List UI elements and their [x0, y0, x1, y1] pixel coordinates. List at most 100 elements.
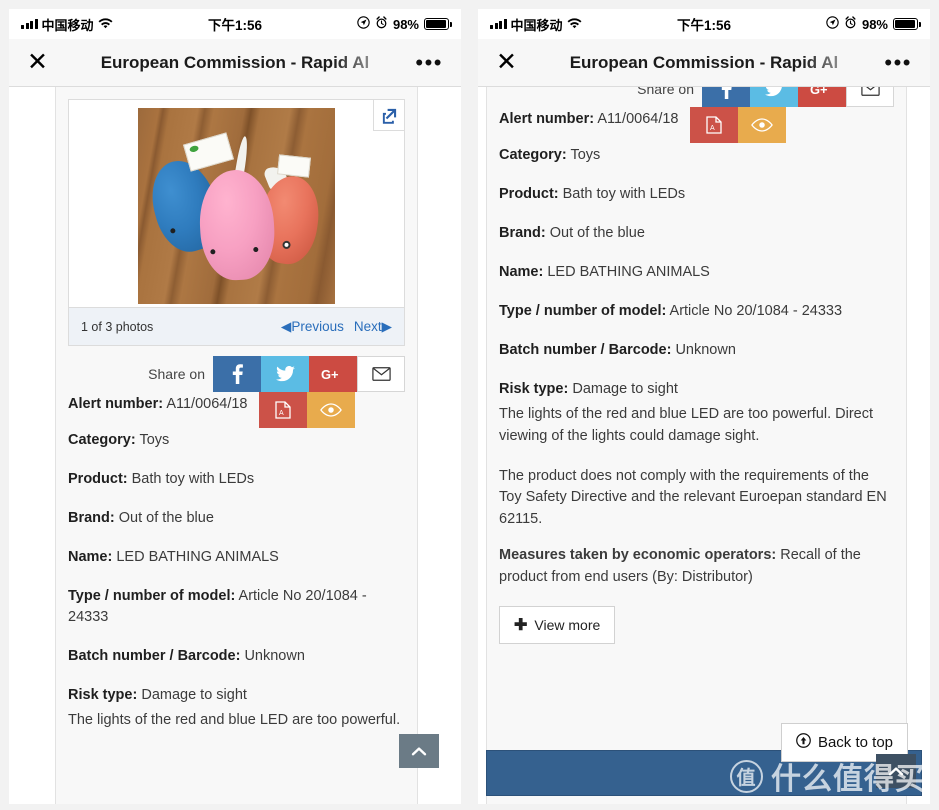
- share-facebook-button[interactable]: [702, 87, 750, 107]
- pink-toy: [197, 167, 277, 282]
- dual-phone-screenshot: 中国移动 下午1:56 98% ✕ European Commission - …: [0, 0, 939, 810]
- product-value: Bath toy with LEDs: [131, 471, 255, 488]
- pdf-download-button[interactable]: A: [690, 107, 739, 143]
- document-action-icons: A: [259, 392, 356, 428]
- next-photo-button[interactable]: Next▶: [354, 319, 392, 335]
- alert-number-value: A11/0064/18: [597, 111, 679, 127]
- batch-value: Unknown: [675, 342, 736, 359]
- product-photo: [138, 107, 335, 304]
- name-value: LED BATHING ANIMALS: [116, 549, 279, 566]
- photo-frame: [69, 100, 404, 307]
- photo-nav-bar: 1 of 3 photos ◀Previous Next▶: [69, 307, 404, 345]
- battery-icon: [424, 18, 452, 30]
- category-row: Category: Toys: [499, 145, 894, 166]
- preview-eye-button[interactable]: [738, 107, 787, 143]
- share-label: Share on: [637, 87, 694, 97]
- pdf-download-button[interactable]: A: [259, 392, 308, 428]
- preview-eye-button[interactable]: [307, 392, 356, 428]
- photo-counter: 1 of 3 photos: [81, 319, 154, 334]
- back-to-top-label: Back to top: [817, 734, 893, 751]
- measures-row: Measures taken by economic operators: Re…: [499, 545, 894, 589]
- type-value: Article No 20/1084 - 24333: [669, 303, 843, 320]
- share-row-2: Share on G+: [499, 87, 894, 107]
- record-details-2: Alert number: A11/0064/18 A Category: To…: [499, 107, 894, 658]
- risk-description: The lights of the red and blue LED are t…: [68, 712, 401, 729]
- share-email-button[interactable]: [357, 356, 405, 392]
- brand-label: Brand:: [499, 225, 546, 242]
- batch-label: Batch number / Barcode:: [68, 648, 241, 665]
- name-label: Name:: [68, 549, 113, 566]
- battery-icon: [893, 18, 921, 30]
- brand-row: Brand: Out of the blue: [68, 508, 405, 529]
- alert-number-label: Alert number:: [68, 396, 164, 412]
- share-twitter-button[interactable]: [750, 87, 798, 107]
- risk-row: Risk type: Damage to sight: [499, 379, 894, 400]
- svg-text:G+: G+: [321, 367, 339, 382]
- right-phone-viewport: 中国移动 下午1:56 98% ✕ European Commission - …: [478, 9, 930, 804]
- brand-value: Out of the blue: [549, 225, 645, 242]
- browser-nav-bar-left: ✕ European Commission - Rapid Al •••: [9, 39, 461, 87]
- plus-icon: ✚: [514, 617, 528, 635]
- page-title: European Commission - Rapid Al: [100, 52, 370, 72]
- page-content-right: Share on G+ Alert number: A11/0064/18 A …: [486, 87, 907, 804]
- view-more-button[interactable]: ✚ View more: [499, 606, 616, 645]
- product-label: Product:: [499, 186, 559, 203]
- brand-row: Brand: Out of the blue: [499, 223, 894, 244]
- view-more-label: View more: [534, 617, 601, 634]
- svg-text:A: A: [710, 125, 715, 132]
- close-icon[interactable]: ✕: [27, 50, 48, 75]
- more-options-icon[interactable]: •••: [884, 51, 912, 74]
- batch-row: Batch number / Barcode: Unknown: [68, 646, 405, 667]
- category-label: Category:: [499, 147, 567, 163]
- share-googleplus-button[interactable]: G+: [309, 356, 357, 392]
- risk-description-2: The product does not comply with the req…: [499, 467, 887, 528]
- risk-label: Risk type:: [68, 687, 138, 704]
- risk-value: Damage to sight: [572, 381, 678, 398]
- name-row: Name: LED BATHING ANIMALS: [499, 262, 894, 283]
- name-value: LED BATHING ANIMALS: [547, 264, 710, 281]
- product-tag-2: [277, 153, 311, 178]
- risk-row: Risk type: Damage to sight: [68, 685, 405, 706]
- left-phone-panel: 中国移动 下午1:56 98% ✕ European Commission - …: [0, 0, 469, 810]
- status-bar-right: 中国移动 下午1:56 98%: [478, 9, 930, 39]
- webview-right: Share on G+ Alert number: A11/0064/18 A …: [478, 87, 930, 804]
- share-twitter-button[interactable]: [261, 356, 309, 392]
- record-details: Alert number: A11/0064/18 A Category: To…: [68, 392, 405, 732]
- category-value: Toys: [139, 432, 170, 448]
- share-email-button[interactable]: [846, 87, 894, 107]
- close-icon[interactable]: ✕: [496, 50, 517, 75]
- alert-number-row: Alert number: A11/0064/18 A: [68, 392, 405, 428]
- type-row: Type / number of model: Article No 20/10…: [499, 301, 894, 322]
- page-title: European Commission - Rapid Al: [569, 52, 839, 72]
- name-label: Name:: [499, 264, 544, 281]
- product-tag: [183, 131, 234, 172]
- share-row: Share on G+: [68, 356, 405, 392]
- measures-label: Measures taken by economic operators:: [499, 546, 777, 563]
- more-options-icon[interactable]: •••: [415, 51, 443, 74]
- share-googleplus-button[interactable]: G+: [798, 87, 846, 107]
- type-label: Type / number of model:: [499, 303, 667, 320]
- circle-up-arrow-icon: [796, 733, 811, 752]
- svg-text:A: A: [279, 410, 284, 417]
- batch-label: Batch number / Barcode:: [499, 342, 672, 359]
- scroll-to-top-fab[interactable]: [876, 754, 916, 788]
- type-row: Type / number of model: Article No 20/10…: [68, 586, 405, 628]
- category-value: Toys: [570, 147, 601, 163]
- previous-photo-button[interactable]: ◀Previous: [281, 319, 344, 335]
- alert-number-row: Alert number: A11/0064/18 A: [499, 107, 894, 143]
- name-row: Name: LED BATHING ANIMALS: [68, 547, 405, 568]
- expand-external-link-icon[interactable]: [373, 99, 405, 131]
- browser-nav-bar-right: ✕ European Commission - Rapid Al •••: [478, 39, 930, 87]
- alert-number-label: Alert number:: [499, 111, 595, 127]
- webview-left: 1 of 3 photos ◀Previous Next▶ Share on G…: [9, 87, 461, 804]
- document-action-icons: A: [690, 107, 787, 143]
- product-label: Product:: [68, 471, 128, 488]
- product-row: Product: Bath toy with LEDs: [499, 184, 894, 205]
- status-bar-left: 中国移动 下午1:56 98%: [9, 9, 461, 39]
- category-label: Category:: [68, 432, 136, 448]
- category-row: Category: Toys: [68, 430, 405, 451]
- share-facebook-button[interactable]: [213, 356, 261, 392]
- risk-description-1: The lights of the red and blue LED are t…: [499, 406, 873, 444]
- type-label: Type / number of model:: [68, 588, 236, 605]
- scroll-to-top-fab[interactable]: [399, 734, 439, 768]
